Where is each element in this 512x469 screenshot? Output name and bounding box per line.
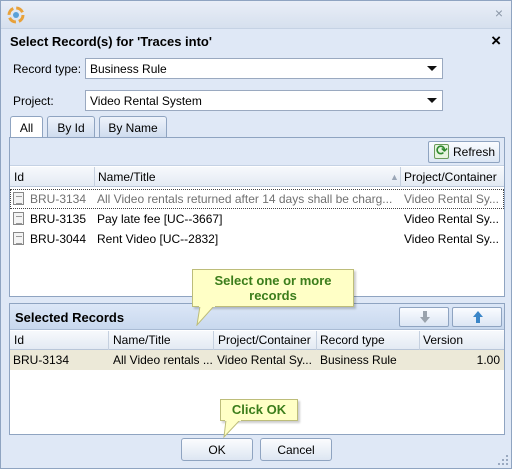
column-divider (316, 331, 317, 350)
refresh-icon (434, 142, 449, 159)
column-divider (94, 167, 95, 187)
title-bar: × (1, 1, 511, 28)
table-row[interactable]: BRU-3134 All Video rentals returned afte… (10, 189, 504, 209)
table-row[interactable]: BRU-3135 Pay late fee [UC--3667] Video R… (10, 209, 504, 229)
column-header-id[interactable]: Id (14, 333, 24, 347)
column-header-id[interactable]: Id (14, 170, 24, 184)
column-divider (400, 167, 401, 187)
selected-grid-header: Id Name/Title Project/Container Record t… (10, 331, 504, 350)
refresh-label: Refresh (453, 145, 496, 159)
column-header-version[interactable]: Version (423, 333, 463, 347)
dialog-window: × Select Record(s) for 'Traces into' × R… (0, 0, 512, 469)
document-icon (13, 192, 24, 205)
column-header-record-type[interactable]: Record type (320, 333, 385, 347)
selected-row-id: BRU-3134 (13, 353, 70, 367)
refresh-button[interactable]: Refresh (428, 141, 500, 163)
row-project: Video Rental Sy... (404, 192, 499, 206)
arrow-down-icon (420, 311, 430, 323)
table-row[interactable]: BRU-3044 Rent Video [UC--2832] Video Ren… (10, 229, 504, 249)
dialog-header: Select Record(s) for 'Traces into' × (1, 28, 511, 54)
row-name: Pay late fee [UC--3667] (97, 212, 223, 226)
column-header-project[interactable]: Project/Container (218, 333, 311, 347)
column-header-project[interactable]: Project/Container (404, 170, 497, 184)
tooltip-pointer (196, 306, 215, 326)
project-select[interactable]: Video Rental System (85, 90, 443, 111)
record-type-label: Record type: (13, 62, 82, 76)
dialog-close-icon[interactable]: × (491, 31, 501, 51)
records-toolbar: Refresh (10, 138, 504, 166)
selected-row-record-type: Business Rule (320, 353, 397, 367)
selected-row-version: 1.00 (476, 353, 500, 367)
chevron-down-icon (427, 98, 437, 103)
records-grid-header: Id Name/Title ▲ Project/Container (10, 167, 504, 187)
cancel-button[interactable]: Cancel (260, 438, 332, 461)
selected-table-row[interactable]: BRU-3134 All Video rentals ... Video Ren… (10, 350, 504, 370)
row-id: BRU-3044 (30, 232, 87, 246)
project-label: Project: (13, 94, 54, 108)
row-project: Video Rental Sy... (404, 212, 499, 226)
row-name: All Video rentals returned after 14 days… (97, 192, 393, 206)
tooltip-click-ok: Click OK (220, 399, 298, 421)
project-value: Video Rental System (90, 94, 202, 108)
document-icon (13, 232, 24, 245)
row-id: BRU-3134 (30, 192, 87, 206)
sort-ascending-icon: ▲ (390, 172, 399, 182)
resize-grip[interactable] (498, 455, 508, 465)
selected-row-name: All Video rentals ... (113, 353, 213, 367)
selected-row-project: Video Rental Sy... (217, 353, 312, 367)
arrow-up-icon (473, 311, 483, 323)
tooltip-pointer (223, 420, 241, 438)
app-logo-icon (7, 6, 25, 24)
chevron-down-icon (427, 66, 437, 71)
document-icon (13, 212, 24, 225)
dialog-title: Select Record(s) for 'Traces into' (10, 34, 212, 49)
move-up-button[interactable] (452, 307, 502, 327)
tab-by-name[interactable]: By Name (99, 116, 167, 137)
row-name: Rent Video [UC--2832] (97, 232, 219, 246)
column-divider (108, 331, 109, 350)
ok-button[interactable]: OK (181, 438, 253, 461)
selected-records-bar: Selected Records (10, 304, 504, 330)
tab-all[interactable]: All (10, 116, 43, 139)
column-header-name[interactable]: Name/Title (98, 170, 156, 184)
row-project: Video Rental Sy... (404, 232, 499, 246)
tab-by-id[interactable]: By Id (47, 116, 95, 137)
column-header-name[interactable]: Name/Title (113, 333, 171, 347)
column-divider (419, 331, 420, 350)
row-id: BRU-3135 (30, 212, 87, 226)
move-down-button[interactable] (399, 307, 449, 327)
selected-records-title: Selected Records (15, 310, 125, 325)
record-type-value: Business Rule (90, 62, 167, 76)
window-close-icon[interactable]: × (495, 5, 503, 21)
tooltip-select-records: Select one or more records (192, 269, 354, 307)
column-divider (213, 331, 214, 350)
record-type-select[interactable]: Business Rule (85, 58, 443, 79)
